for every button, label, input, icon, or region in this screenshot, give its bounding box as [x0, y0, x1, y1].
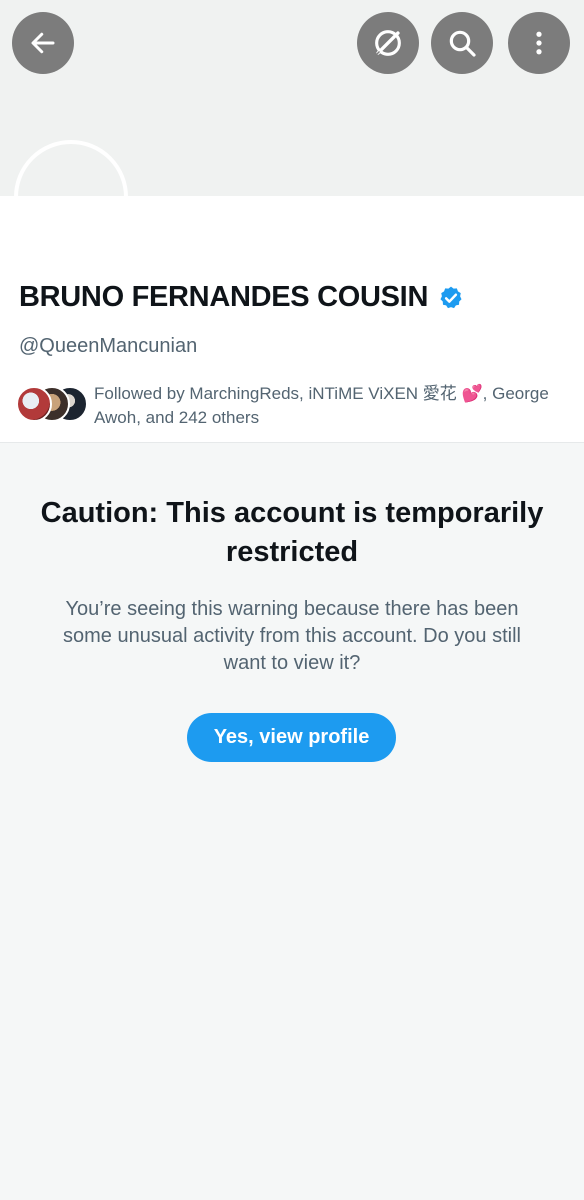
- follower-avatar: [16, 386, 52, 422]
- display-name: BRUNO FERNANDES COUSIN: [19, 281, 429, 313]
- search-button[interactable]: [431, 12, 493, 74]
- verified-badge-icon[interactable]: [438, 285, 464, 311]
- username-handle: @QueenMancunian: [19, 335, 198, 357]
- name-row: BRUNO FERNANDES COUSIN: [19, 281, 464, 314]
- followed-by-text: Followed by MarchingReds, iNTiME ViXEN 愛…: [94, 384, 549, 427]
- caution-title: Caution: This account is temporarily res…: [40, 497, 544, 568]
- followed-by-row[interactable]: Followed by MarchingReds, iNTiME ViXEN 愛…: [16, 382, 572, 432]
- back-button[interactable]: [12, 12, 74, 74]
- arrow-left-icon: [31, 32, 55, 54]
- grok-button[interactable]: [357, 12, 419, 74]
- profile-page: BRUNO FERNANDES COUSIN @QueenMancunian F…: [0, 0, 584, 1200]
- search-icon: [449, 30, 476, 57]
- more-options-button[interactable]: [508, 12, 570, 74]
- grok-icon: [374, 30, 401, 57]
- view-profile-button[interactable]: Yes, view profile: [187, 713, 396, 762]
- caution-message: You’re seeing this warning because there…: [63, 598, 521, 674]
- more-vertical-icon: [536, 31, 542, 55]
